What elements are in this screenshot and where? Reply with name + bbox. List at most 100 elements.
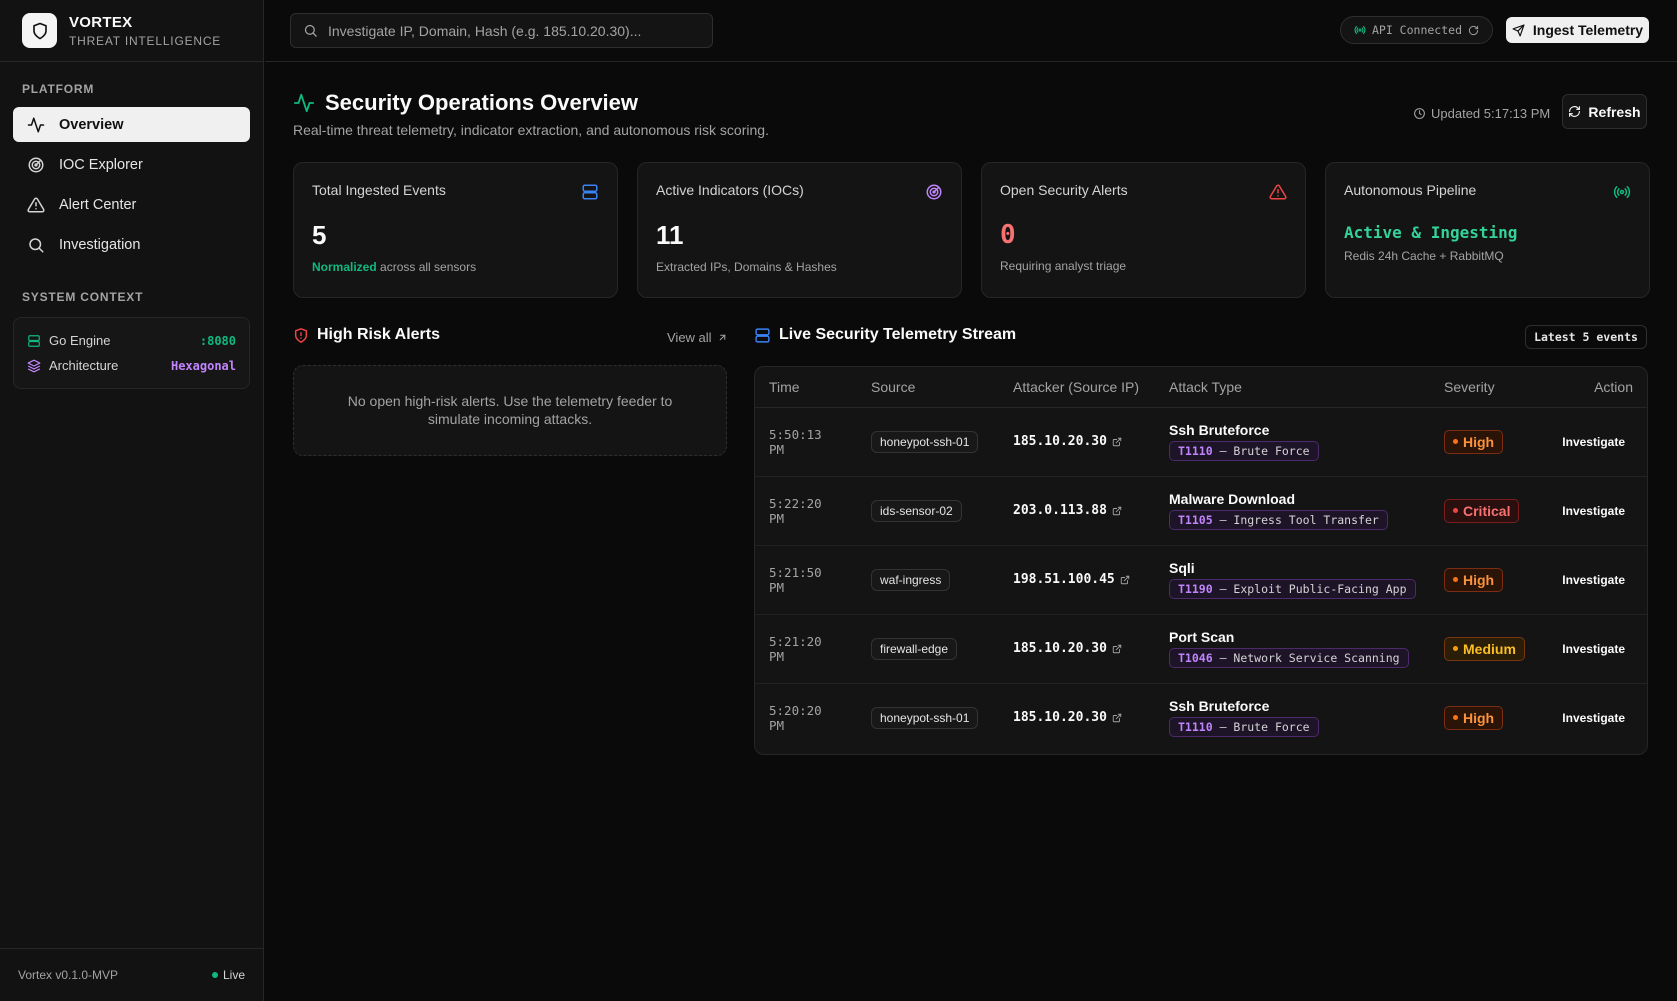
column-header-time: Time [755, 367, 857, 408]
sidebar-item-investigation[interactable]: Investigation [13, 227, 250, 262]
brand-subtitle: THREAT INTELLIGENCE [69, 33, 222, 48]
investigate-button[interactable]: Investigate [1540, 407, 1647, 477]
alerts-empty-state: No open high-risk alerts. Use the teleme… [293, 365, 727, 456]
investigate-button[interactable]: Investigate [1540, 545, 1647, 615]
brand[interactable]: VORTEX THREAT INTELLIGENCE [0, 0, 263, 62]
alerts-panel-title: High Risk Alerts [293, 326, 440, 344]
external-link-icon [1120, 575, 1129, 584]
table-row: 5:50:13 PM honeypot-ssh-01 185.10.20.30 … [755, 407, 1647, 477]
attacker-ip-link[interactable]: 185.10.20.30 [1013, 641, 1141, 656]
card-label: Autonomous Pipeline [1344, 182, 1477, 198]
api-status-label: API Connected [1371, 23, 1462, 37]
source-pill: ids-sensor-02 [871, 499, 962, 522]
sidebar-item-label: IOC Explorer [59, 156, 143, 173]
version-label: Vortex v0.1.0-MVP [18, 968, 119, 982]
ingest-telemetry-button[interactable]: Ingest Telemetry [1506, 17, 1649, 43]
main-content: Security Operations Overview Real-time t… [265, 62, 1677, 1001]
mitre-technique-badge: T1110 — Brute Force [1169, 717, 1319, 738]
card-note: Normalized across all sensors [312, 260, 599, 274]
severity-badge: High [1444, 429, 1504, 454]
card-total-events: Total Ingested Events 5 Normalized acros… [293, 162, 618, 298]
external-link-icon [1112, 713, 1122, 722]
card-open-alerts: Open Security Alerts 0 Requiring analyst… [981, 162, 1306, 298]
card-note: Requiring analyst triage [1000, 259, 1127, 273]
api-status-badge: API Connected [1340, 16, 1493, 44]
context-value: Hexagonal [170, 358, 236, 373]
attacker-ip-link[interactable]: 185.10.20.30 [1013, 710, 1141, 725]
attacker-ip-link[interactable]: 203.0.113.88 [1013, 503, 1141, 518]
source-pill: firewall-edge [871, 637, 958, 660]
column-header-action: Action [1540, 367, 1647, 408]
attacker-ip: 198.51.100.45 [1013, 572, 1115, 587]
sidebar-nav: Overview IOC Explorer Alert Center Inves… [0, 107, 263, 262]
severity-label: Medium [1463, 640, 1516, 657]
activity-icon [293, 93, 315, 113]
mitre-technique-name: — Exploit Public-Facing App [1219, 582, 1407, 596]
mitre-technique-id: T1110 [1178, 720, 1213, 735]
telemetry-panel-title-text: Live Security Telemetry Stream [779, 326, 1017, 343]
view-all-link[interactable]: View all [667, 330, 728, 345]
metric-cards: Total Ingested Events 5 Normalized acros… [293, 162, 1650, 298]
card-note-highlight: Normalized [312, 260, 377, 274]
sidebar-item-overview[interactable]: Overview [13, 107, 250, 142]
mitre-technique-id: T1105 [1178, 513, 1213, 527]
refresh-button[interactable]: Refresh [1562, 94, 1647, 129]
telemetry-table: Time Source Attacker (Source IP) Attack … [754, 366, 1648, 755]
platform-section-title: PLATFORM [22, 82, 95, 96]
source-pill: honeypot-ssh-01 [871, 430, 979, 453]
shield-alert-icon [294, 327, 308, 343]
context-go-engine: Go Engine :8080 [27, 328, 236, 353]
refresh-icon[interactable] [1468, 25, 1479, 36]
investigate-button[interactable]: Investigate [1540, 683, 1647, 752]
mitre-technique-name: — Network Service Scanning [1219, 651, 1400, 665]
alerts-panel-title-text: High Risk Alerts [317, 326, 440, 343]
investigate-button[interactable]: Investigate [1540, 614, 1647, 684]
attacker-ip-link[interactable]: 185.10.20.30 [1013, 434, 1141, 449]
source-pill: honeypot-ssh-01 [871, 706, 979, 729]
alert-triangle-icon [27, 196, 45, 212]
attacker-ip: 203.0.113.88 [1013, 503, 1107, 518]
sidebar-item-label: Overview [59, 116, 124, 133]
severity-badge: Medium [1444, 636, 1525, 661]
context-architecture: Architecture Hexagonal [27, 353, 236, 378]
server-icon [28, 334, 40, 347]
sidebar: VORTEX THREAT INTELLIGENCE PLATFORM Over… [0, 0, 264, 1001]
live-indicator: Live [211, 968, 245, 982]
attack-type: Port Scan [1169, 629, 1235, 645]
severity-dot-icon [1453, 715, 1458, 721]
sidebar-item-ioc-explorer[interactable]: IOC Explorer [13, 147, 250, 182]
attacker-ip-link[interactable]: 198.51.100.45 [1013, 572, 1141, 587]
mitre-technique-name: — Ingress Tool Transfer [1219, 513, 1379, 527]
search-input[interactable] [328, 22, 698, 39]
mitre-technique-id: T1046 [1178, 651, 1213, 665]
event-time: 5:21:20 PM [755, 614, 857, 684]
page-subtitle: Real-time threat telemetry, indicator ex… [293, 122, 769, 138]
sidebar-item-label: Investigation [59, 236, 141, 253]
column-header-attacker-ip: Attacker (Source IP) [999, 367, 1155, 408]
card-label: Total Ingested Events [312, 182, 446, 198]
mitre-technique-name: — Brute Force [1219, 444, 1310, 458]
mitre-technique-badge: T1190 — Exploit Public-Facing App [1169, 579, 1416, 599]
attack-type: Ssh Bruteforce [1169, 422, 1270, 438]
sidebar-item-alert-center[interactable]: Alert Center [13, 187, 250, 222]
broadcast-icon [1354, 25, 1366, 35]
search-icon [304, 24, 317, 37]
card-value: 11 [656, 220, 684, 250]
attacker-ip: 185.10.20.30 [1013, 434, 1107, 449]
search-box[interactable] [290, 13, 713, 48]
attacker-ip: 185.10.20.30 [1013, 710, 1107, 726]
context-label: Go Engine [49, 333, 111, 348]
source-pill: waf-ingress [871, 568, 951, 591]
column-header-attack-type: Attack Type [1155, 367, 1430, 408]
radar-icon [28, 157, 44, 172]
mitre-technique-badge: T1105 — Ingress Tool Transfer [1169, 510, 1388, 530]
card-note: Extracted IPs, Domains & Hashes [656, 260, 837, 274]
investigate-button[interactable]: Investigate [1540, 476, 1647, 546]
pipeline-status: Active & Ingesting [1344, 223, 1518, 242]
severity-badge: High [1444, 567, 1504, 592]
severity-badge: Critical [1444, 498, 1520, 523]
mitre-technique-badge: T1110 — Brute Force [1169, 441, 1319, 461]
system-context-box: Go Engine :8080 Architecture Hexagonal [13, 317, 250, 389]
external-link-icon [1112, 437, 1122, 446]
attack-type: Malware Download [1169, 491, 1296, 507]
